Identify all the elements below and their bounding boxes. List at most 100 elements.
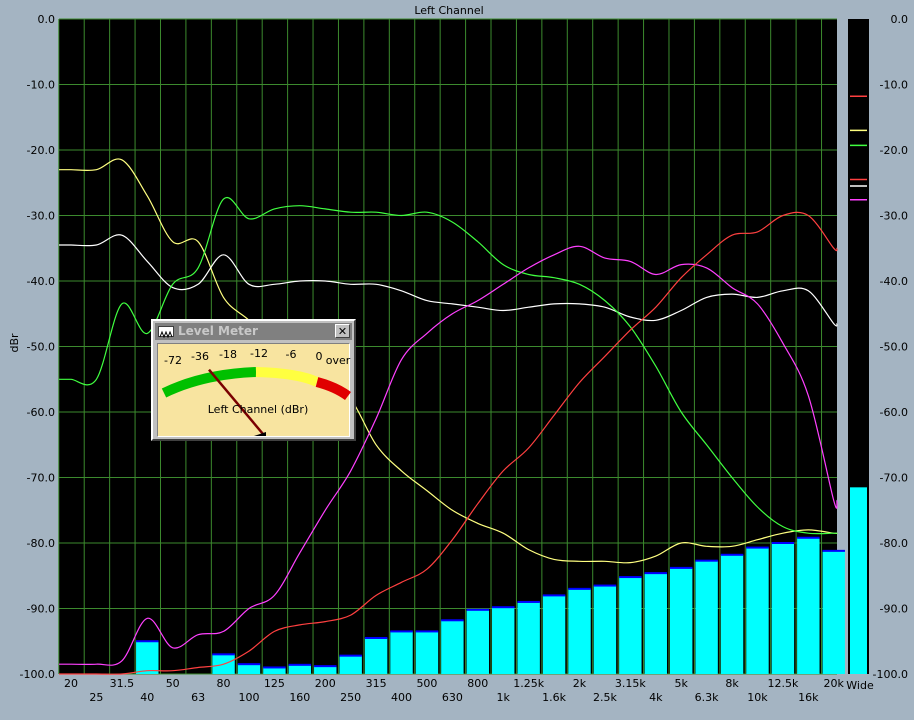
band-bar [771, 543, 795, 674]
x-tick-label: 3.15k [615, 677, 646, 690]
meter-arc-yellow [255, 367, 320, 387]
band-bar [314, 666, 337, 674]
band-peak [517, 600, 540, 603]
band-peak [593, 584, 617, 587]
meter-scale-label: -72 [164, 354, 182, 367]
y-tick-label: -50.0 [27, 341, 55, 354]
band-bar [441, 620, 464, 674]
y-tick-label: -20.0 [27, 144, 55, 157]
band-peak [314, 665, 337, 668]
band-bar [390, 631, 413, 674]
x-tick-label: 1.25k [513, 677, 544, 690]
band-bar [619, 577, 642, 674]
y-tick-labels: 0.0 -10.0 -20.0 -30.0 -40.0 -50.0 -60.0 -70.0 -8… [20, 13, 55, 681]
band-peak [695, 559, 718, 562]
x-tick-label: 1k [497, 691, 511, 704]
x-tick-label: 630 [442, 691, 463, 704]
x-tick-label: 125 [264, 677, 285, 690]
x-tick-label: 16k [798, 691, 819, 704]
right-tick-label: -20.0 [880, 144, 908, 157]
band-peak [492, 606, 515, 609]
x-tick-label: 200 [315, 677, 336, 690]
band-bar [669, 567, 693, 674]
band-bar [492, 607, 515, 674]
band-bar [568, 588, 591, 674]
x-tick-label: 50 [166, 677, 180, 690]
meter-scale-label: -12 [250, 347, 268, 360]
right-tick-label: -90.0 [880, 603, 908, 616]
right-tick-label: -60.0 [880, 406, 908, 419]
y-tick-label: -90.0 [27, 603, 55, 616]
level-meter-titlebar[interactable]: Level Meter ✕ [155, 323, 352, 340]
band-peak [212, 653, 235, 656]
right-tick-label: -70.0 [880, 472, 908, 485]
x-tick-label: 2k [573, 677, 587, 690]
meter-caption: Left Channel (dBr) [208, 403, 308, 416]
meter-scale-label: -18 [219, 348, 237, 361]
band-peak [441, 619, 464, 622]
band-peak [746, 546, 769, 549]
meter-app-icon [158, 326, 174, 339]
y-tick-label: -80.0 [27, 537, 55, 550]
band-peak [364, 636, 388, 639]
level-meter-face: -72 -36 -18 -12 -6 0 over Left Channel (… [157, 343, 351, 437]
x-tick-label: 63 [191, 691, 205, 704]
band-bar [237, 664, 261, 674]
band-peak [669, 566, 693, 569]
spectrum-chart: Left Channel dBr 0.0 -10.0 -20.0 -30.0 -40.0… [8, 4, 908, 704]
x-tick-label: 31.5 [110, 677, 135, 690]
right-level-bar [850, 487, 867, 674]
x-tick-label: 800 [467, 677, 488, 690]
band-peak [797, 536, 820, 539]
x-tick-label: 20 [64, 677, 78, 690]
band-peak [619, 576, 642, 579]
band-bar [746, 547, 769, 674]
right-tick-label: -30.0 [880, 210, 908, 223]
band-bar [695, 560, 718, 674]
band-peak [415, 630, 439, 633]
right-tick-label: -10.0 [880, 79, 908, 92]
meter-scale-label: -36 [191, 350, 209, 363]
level-meter-window[interactable]: Level Meter ✕ -72 -36 -18 -12 -6 0 over … [151, 319, 356, 441]
x-tick-label: 8k [725, 677, 739, 690]
band-peak [288, 663, 312, 666]
band-peak [466, 608, 490, 611]
band-peak [339, 654, 362, 657]
x-tick-label: 5k [675, 677, 689, 690]
band-peak [771, 542, 795, 544]
x-tick-label: 10k [747, 691, 768, 704]
x-tick-label: 40 [140, 691, 154, 704]
meter-arc-red [315, 377, 351, 401]
band-bar [720, 554, 744, 674]
band-bar [466, 609, 490, 674]
band-peak [136, 640, 159, 643]
x-tick-label: 25 [89, 691, 103, 704]
band-peak [263, 666, 286, 669]
band-peak [237, 663, 261, 666]
level-meter-title: Level Meter [178, 324, 258, 338]
band-bar [288, 664, 312, 674]
x-tick-label: 400 [391, 691, 412, 704]
band-peak [568, 587, 591, 590]
band-bar [364, 637, 388, 674]
chart-title: Left Channel [414, 4, 483, 17]
x-tick-labels: 20 25 31.5 40 50 63 80 100 125 160 200 250 315 400 500… [64, 677, 845, 704]
y-tick-label: -40.0 [27, 275, 55, 288]
meter-needle [208, 368, 264, 435]
right-tick-label: -50.0 [880, 341, 908, 354]
y-tick-label: -70.0 [27, 472, 55, 485]
right-tick-labels: 0.0 -10.0 -20.0 -30.0 -40.0 -50.0 -60.0 -70.0 -8… [873, 13, 908, 681]
meter-scale-label: 0 [316, 350, 323, 363]
band-peak [644, 572, 667, 575]
right-tick-label: -40.0 [880, 275, 908, 288]
band-bar [517, 601, 540, 674]
meter-needle-pivot [254, 432, 266, 436]
meter-arc-green [161, 367, 257, 398]
y-tick-label: 0.0 [38, 13, 56, 26]
band-bar [136, 641, 159, 674]
band-peak [390, 630, 413, 633]
band-peak [720, 553, 744, 556]
band-bar [339, 655, 362, 674]
right-tick-label: -100.0 [873, 668, 908, 681]
close-icon[interactable]: ✕ [335, 324, 350, 338]
